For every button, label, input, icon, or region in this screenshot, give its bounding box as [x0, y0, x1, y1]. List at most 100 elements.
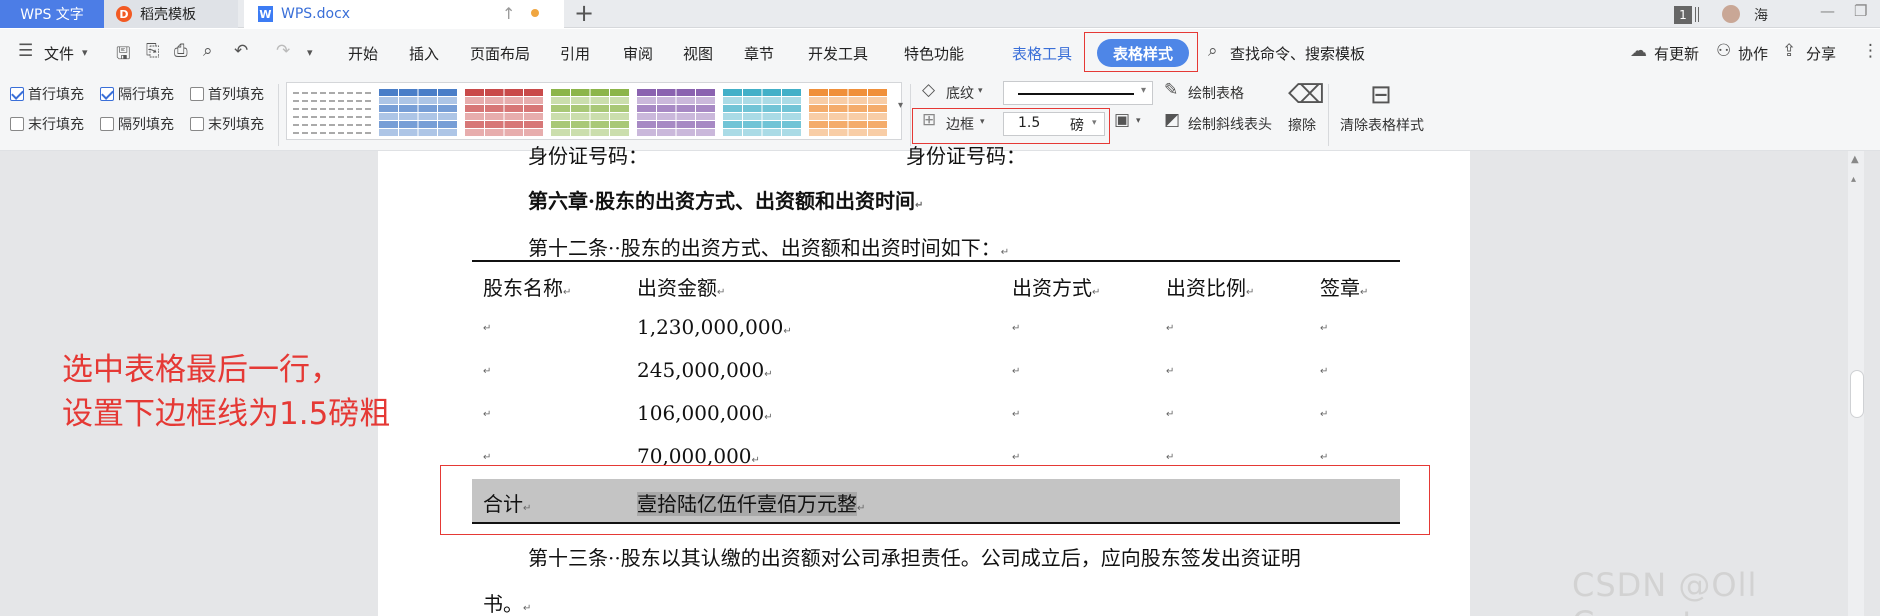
share-button[interactable]: 分享 [1806, 43, 1836, 64]
clear-style-button[interactable]: 清除表格样式 [1340, 115, 1424, 135]
empty-cell[interactable]: ↵ [1012, 452, 1020, 463]
menu-file[interactable]: 文件 [44, 43, 74, 64]
more-icon[interactable]: ⋮ [1862, 41, 1879, 61]
erase-button[interactable]: 擦除 [1288, 115, 1316, 135]
style-swatch[interactable] [465, 89, 543, 136]
menu-reference[interactable]: 引用 [560, 43, 590, 64]
menu-view[interactable]: 视图 [683, 43, 713, 64]
header-amount[interactable]: 出资金额↵ [637, 272, 725, 301]
more-chevron-icon[interactable]: ▾ [307, 46, 313, 59]
menu-dev-tools[interactable]: 开发工具 [808, 43, 868, 64]
search-icon[interactable]: ⌕ [1208, 41, 1218, 61]
update-icon[interactable]: ☁ [1630, 41, 1647, 61]
undo-icon[interactable]: ↶ [234, 41, 248, 61]
tab-wps-writer[interactable]: WPS 文字 [0, 0, 104, 28]
save-icon[interactable]: 🖫 [116, 41, 130, 70]
menu-review[interactable]: 审阅 [623, 43, 653, 64]
redo-icon[interactable]: ↷ [276, 41, 290, 61]
style-swatch[interactable] [809, 89, 887, 136]
paragraph-mark-icon: ↵ [523, 603, 532, 614]
empty-cell[interactable]: ↵ [483, 323, 491, 334]
header-signature[interactable]: 签章↵ [1320, 272, 1368, 301]
update-button[interactable]: 有更新 [1654, 43, 1699, 64]
draw-table-button[interactable]: 绘制表格 [1188, 83, 1244, 103]
border-color-icon[interactable]: ▣ [1114, 110, 1130, 130]
style-swatch[interactable] [551, 89, 629, 136]
layout-icon[interactable] [1695, 7, 1699, 22]
empty-cell[interactable]: ↵ [1320, 409, 1328, 420]
window-count-badge[interactable]: 1 [1674, 6, 1692, 24]
empty-cell[interactable]: ↵ [1012, 366, 1020, 377]
avatar[interactable] [1722, 5, 1740, 23]
scroll-thumb[interactable] [1850, 370, 1864, 418]
empty-cell[interactable]: ↵ [1320, 366, 1328, 377]
empty-cell[interactable]: ↵ [1012, 409, 1020, 420]
menu-page-layout[interactable]: 页面布局 [470, 43, 530, 64]
check-banded-cols[interactable]: 隔列填充 [100, 114, 174, 134]
style-swatch[interactable] [637, 89, 715, 136]
collab-button[interactable]: 协作 [1738, 43, 1768, 64]
empty-cell[interactable]: ↵ [483, 452, 491, 463]
share-icon[interactable]: ⇪ [1782, 41, 1796, 61]
gallery-expand-icon[interactable]: ▾ [898, 100, 903, 111]
table-top-border [472, 260, 1400, 262]
upload-icon[interactable]: ↑ [502, 4, 515, 23]
collab-icon[interactable]: ⚇ [1716, 41, 1731, 61]
draw-table-icon[interactable]: ✎ [1164, 80, 1178, 100]
eraser-icon[interactable]: ⌫ [1288, 80, 1325, 110]
draw-diagonal-button[interactable]: 绘制斜线表头 [1188, 114, 1272, 134]
shading-icon[interactable]: ◇ [922, 80, 935, 100]
amount-cell[interactable]: 245,000,000↵ [637, 358, 773, 382]
scroll-up-icon[interactable]: ▲ [1851, 154, 1859, 165]
search-commands[interactable]: 查找命令、搜索模板 [1230, 43, 1365, 64]
style-swatch[interactable] [293, 92, 371, 134]
line-style-select[interactable]: ▾ [1003, 81, 1153, 105]
new-tab-button[interactable]: + [574, 0, 594, 27]
minimize-icon[interactable]: — [1820, 2, 1835, 20]
amount-cell[interactable]: 1,230,000,000↵ [637, 315, 792, 339]
user-name[interactable]: 海 [1754, 5, 1768, 25]
check-first-col[interactable]: 首列填充 [190, 84, 264, 104]
menu-special[interactable]: 特色功能 [904, 43, 964, 64]
print-preview-icon[interactable]: ⌕ [203, 41, 213, 61]
export-icon[interactable]: ⎘ [146, 41, 160, 61]
chevron-down-icon[interactable]: ▾ [1136, 116, 1141, 126]
empty-cell[interactable]: ↵ [1166, 366, 1174, 377]
empty-cell[interactable]: ↵ [1166, 323, 1174, 334]
check-banded-rows[interactable]: 隔行填充 [100, 84, 174, 104]
style-swatch[interactable] [379, 89, 457, 136]
scroll-up-icon[interactable]: ▴ [1851, 174, 1856, 185]
table-style-gallery[interactable] [286, 82, 902, 140]
restore-icon[interactable]: ❐ [1854, 2, 1867, 20]
tab-table-tools[interactable]: 表格工具 [1012, 43, 1072, 64]
check-first-row[interactable]: 首行填充 [10, 84, 84, 104]
check-last-col[interactable]: 末列填充 [190, 114, 264, 134]
hamburger-icon[interactable]: ☰ [18, 41, 33, 61]
chevron-down-icon[interactable]: ▾ [82, 46, 88, 59]
amount-cell[interactable]: 106,000,000↵ [637, 401, 773, 425]
tab-document[interactable]: W WPS.docx [244, 0, 564, 28]
style-swatches[interactable] [287, 83, 903, 141]
clear-style-icon[interactable]: ⊟ [1370, 80, 1392, 110]
chevron-down-icon[interactable]: ▾ [978, 86, 983, 96]
style-swatch[interactable] [723, 89, 801, 136]
empty-cell[interactable]: ↵ [1320, 452, 1328, 463]
tab-templates[interactable]: D 稻壳模板 [104, 0, 238, 28]
header-ratio[interactable]: 出资比例↵ [1166, 272, 1254, 301]
print-icon[interactable]: ⎙ [174, 41, 188, 61]
menu-insert[interactable]: 插入 [409, 43, 439, 64]
empty-cell[interactable]: ↵ [1320, 323, 1328, 334]
header-shareholder[interactable]: 股东名称↵ [483, 272, 571, 301]
empty-cell[interactable]: ↵ [1166, 452, 1174, 463]
menu-start[interactable]: 开始 [348, 43, 378, 64]
empty-cell[interactable]: ↵ [1166, 409, 1174, 420]
article-12-number: 第十二条 [528, 236, 608, 260]
empty-cell[interactable]: ↵ [483, 409, 491, 420]
diagonal-header-icon[interactable]: ◩ [1164, 110, 1180, 130]
empty-cell[interactable]: ↵ [1012, 323, 1020, 334]
header-method[interactable]: 出资方式↵ [1012, 272, 1100, 301]
shading-button[interactable]: 底纹 [946, 83, 974, 103]
check-last-row[interactable]: 末行填充 [10, 114, 84, 134]
empty-cell[interactable]: ↵ [483, 366, 491, 377]
menu-section[interactable]: 章节 [744, 43, 774, 64]
